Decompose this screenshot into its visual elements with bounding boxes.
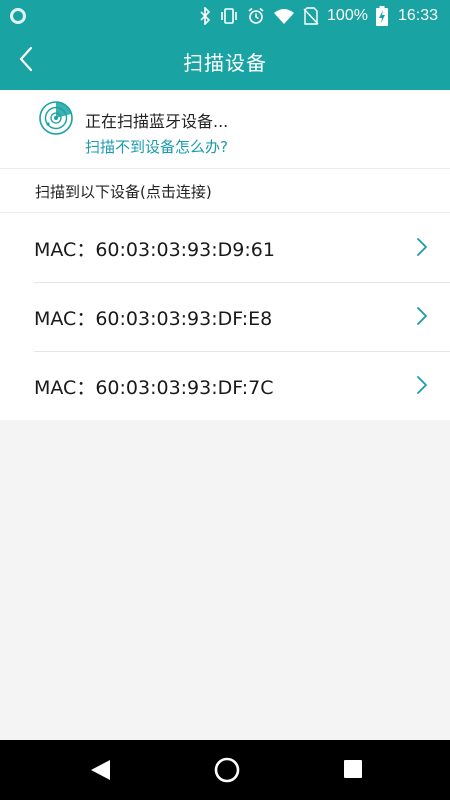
device-list: MAC：60:03:03:93:D9:61 MAC：60:03:03:93:DF…: [0, 212, 450, 420]
device-mac-label: MAC：60:03:03:93:DF:E8: [34, 308, 273, 330]
nav-back-icon[interactable]: [88, 758, 112, 782]
battery-charging-icon: [375, 6, 388, 26]
devices-section-header: 扫描到以下设备(点击连接): [0, 168, 450, 212]
alarm-icon: [247, 7, 265, 25]
nav-home-icon[interactable]: [213, 756, 241, 784]
battery-percentage: 100%: [327, 7, 368, 24]
bluetooth-icon: [199, 7, 211, 25]
chevron-left-icon: [18, 46, 34, 76]
device-mac-label: MAC：60:03:03:93:D9:61: [34, 239, 275, 261]
scan-panel: 正在扫描蓝牙设备... 扫描不到设备怎么办?: [0, 90, 450, 168]
page-title: 扫描设备: [183, 50, 267, 75]
status-left: [10, 8, 199, 24]
status-right: 100% 16:33: [199, 6, 438, 26]
device-item[interactable]: MAC：60:03:03:93:DF:7C: [0, 351, 450, 420]
chevron-right-icon: [417, 307, 427, 325]
status-bar: 100% 16:33: [0, 0, 450, 32]
back-button[interactable]: [6, 41, 46, 81]
nav-recents-icon[interactable]: [343, 759, 363, 779]
scan-help-link[interactable]: 扫描不到设备怎么办?: [85, 136, 228, 157]
device-mac-label: MAC：60:03:03:93:DF:7C: [34, 377, 274, 399]
app-notification-icon: [10, 8, 26, 24]
device-item[interactable]: MAC：60:03:03:93:D9:61: [0, 213, 450, 282]
status-time: 16:33: [397, 7, 438, 24]
device-item[interactable]: MAC：60:03:03:93:DF:E8: [0, 282, 450, 351]
no-sim-icon: [303, 7, 319, 25]
scan-status-text: 正在扫描蓝牙设备...: [85, 112, 229, 131]
chevron-right-icon: [417, 376, 427, 394]
system-nav-bar: [0, 740, 450, 800]
devices-section-label: 扫描到以下设备(点击连接): [35, 183, 212, 201]
radar-icon: [39, 101, 73, 135]
chevron-right-icon: [417, 238, 427, 256]
app-bar: 扫描设备: [0, 32, 450, 90]
vibrate-icon: [219, 7, 239, 25]
wifi-icon: [273, 7, 295, 25]
